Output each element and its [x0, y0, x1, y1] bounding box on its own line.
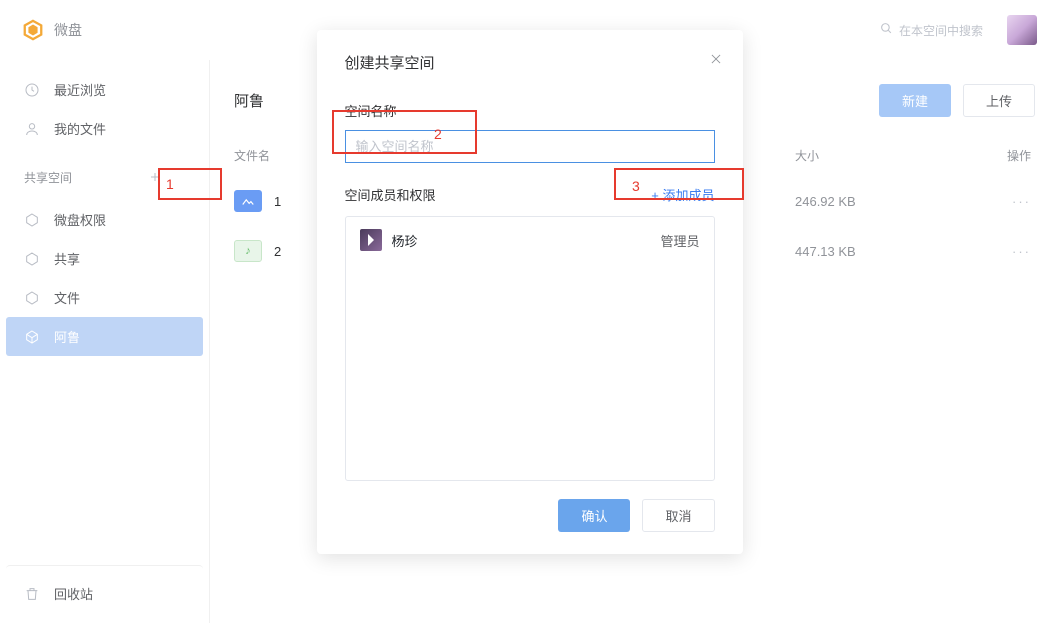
- create-space-modal: 创建共享空间 空间名称 空间成员和权限 + 添加成员 杨珍 管理员 确认 取消: [317, 30, 743, 554]
- add-member-link[interactable]: + 添加成员: [651, 185, 714, 204]
- member-role: 管理员: [660, 231, 699, 250]
- close-icon: [709, 52, 723, 66]
- members-label: 空间成员和权限: [345, 185, 436, 204]
- annotation-label-2: 2: [434, 126, 442, 142]
- member-avatar: [360, 229, 382, 251]
- space-name-input[interactable]: [345, 130, 715, 163]
- modal-overlay: 创建共享空间 空间名称 空间成员和权限 + 添加成员 杨珍 管理员 确认 取消: [0, 0, 1059, 623]
- modal-title: 创建共享空间: [345, 52, 715, 73]
- close-button[interactable]: [705, 48, 727, 75]
- member-name: 杨珍: [392, 231, 418, 250]
- annotation-label-1: 1: [166, 176, 174, 192]
- space-name-label: 空间名称: [345, 101, 715, 120]
- members-list: 杨珍 管理员: [345, 216, 715, 481]
- confirm-button[interactable]: 确认: [558, 499, 630, 532]
- annotation-label-3: 3: [632, 178, 640, 194]
- member-row: 杨珍 管理员: [360, 229, 700, 251]
- cancel-button[interactable]: 取消: [642, 499, 714, 532]
